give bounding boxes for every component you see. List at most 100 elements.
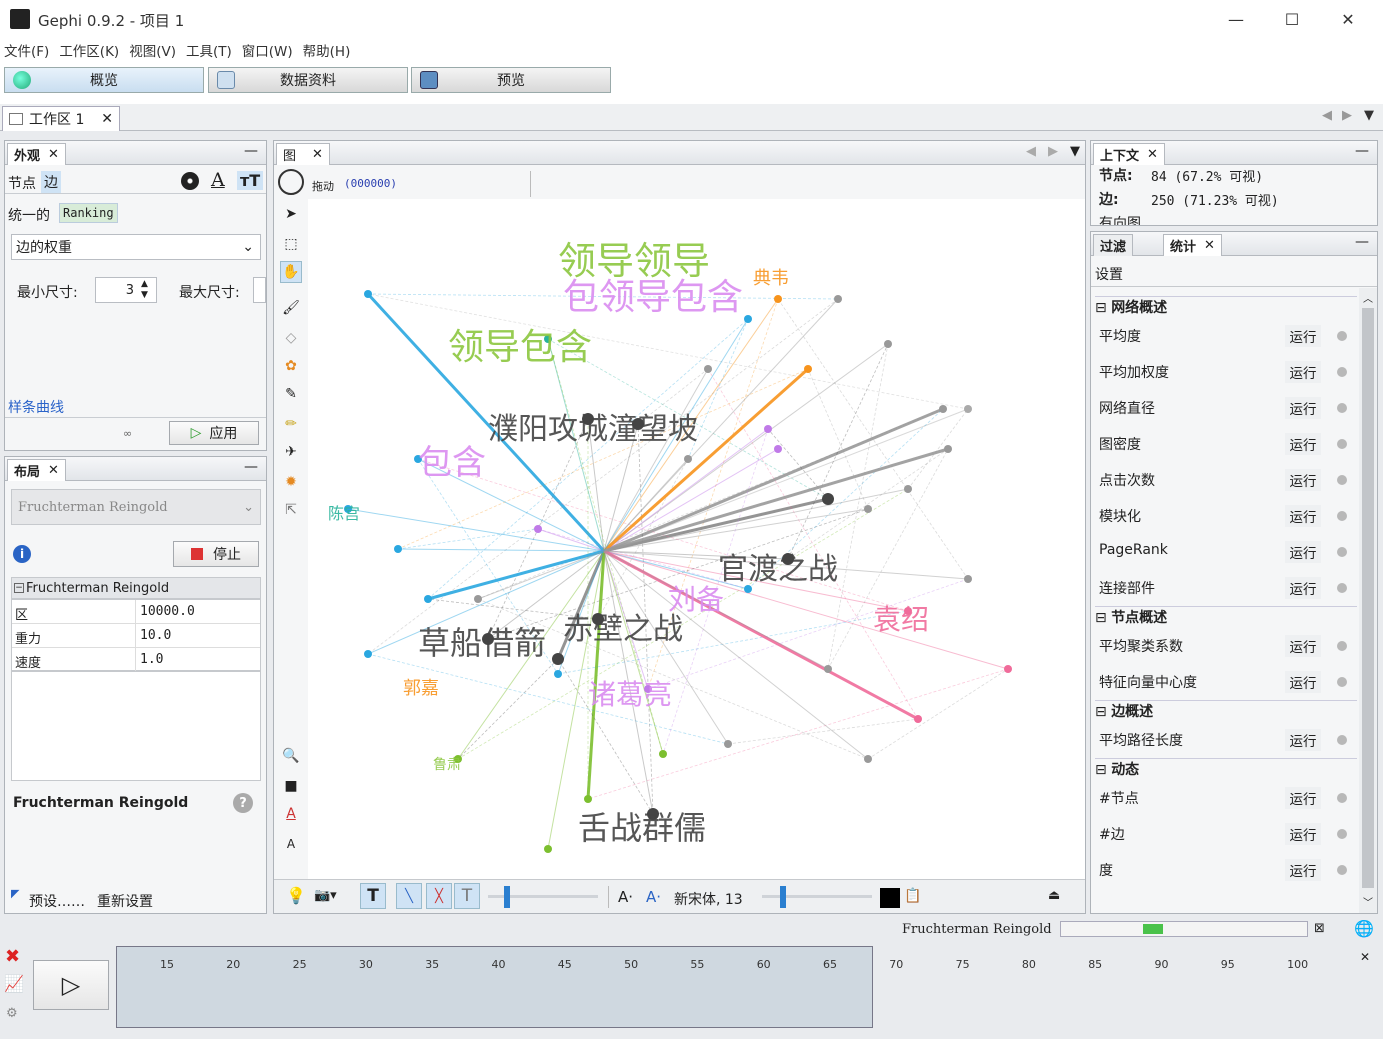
run-button[interactable]: 运行 <box>1285 729 1321 751</box>
graph-node[interactable] <box>659 750 667 758</box>
graph-node[interactable] <box>914 715 922 723</box>
scroll-left-icon[interactable]: ◀ <box>1026 144 1036 159</box>
run-button[interactable]: 运行 <box>1285 325 1321 347</box>
spinner-arrows-icon[interactable]: ▲ ▼ <box>141 279 148 301</box>
brush-icon[interactable]: 🖌 <box>280 297 302 319</box>
palette-icon[interactable] <box>181 172 199 190</box>
pencil-icon[interactable]: ✎ <box>280 383 302 405</box>
tab-list-icon[interactable]: ▼ <box>1364 108 1374 123</box>
scrollbar-thumb[interactable] <box>1362 308 1374 888</box>
property-row[interactable]: 速度 1.0 <box>12 648 260 672</box>
ranking-tab[interactable]: Ranking <box>59 203 118 223</box>
graph-node[interactable] <box>704 365 712 373</box>
network-graph[interactable]: 领导领导包领导包含领导包含包含濮阳攻城潼望坡官渡之战草船借箭 赤壁之战舌战群儒袁绍… <box>308 199 1085 879</box>
spline-link[interactable]: 样条曲线 <box>8 397 64 417</box>
run-button[interactable]: 运行 <box>1285 541 1321 563</box>
max-size-field[interactable] <box>253 277 266 303</box>
graph-node[interactable] <box>534 525 542 533</box>
stats-section-header[interactable]: ⊟ 动态 <box>1095 758 1357 780</box>
run-button[interactable]: 运行 <box>1285 505 1321 527</box>
property-group-header[interactable]: − Fruchterman Reingold <box>11 577 261 599</box>
graph-node[interactable] <box>424 595 432 603</box>
lightbulb-icon[interactable]: 💡 <box>286 886 306 905</box>
reset-button[interactable]: 重新设置 <box>97 891 153 911</box>
run-button[interactable]: 运行 <box>1285 859 1321 881</box>
graph-node[interactable] <box>822 493 834 505</box>
tab-preview[interactable]: 预览 <box>411 67 611 93</box>
graph-node[interactable] <box>939 405 947 413</box>
graph-node[interactable] <box>744 315 752 323</box>
graph-close[interactable]: ✕ <box>312 147 323 162</box>
close-icon[interactable]: ✕ <box>1360 950 1370 964</box>
statistics-close[interactable]: ✕ <box>1204 238 1215 253</box>
font-larger-icon[interactable]: A· <box>646 888 661 906</box>
font-label[interactable]: 新宋体, 13 <box>674 889 743 909</box>
run-button[interactable]: 运行 <box>1285 397 1321 419</box>
screenshot-icon[interactable]: 📷▾ <box>314 888 337 903</box>
slider-thumb[interactable] <box>780 886 786 908</box>
label-scale-slider[interactable] <box>762 895 872 898</box>
graph-tab[interactable]: 图 ✕ <box>276 143 330 165</box>
graph-node[interactable] <box>774 445 782 453</box>
rectangle-select-icon[interactable]: ⬚ <box>280 233 302 255</box>
diamond-icon[interactable]: ◇ <box>280 327 302 349</box>
graph-node[interactable] <box>964 405 972 413</box>
edge-pencil-icon[interactable]: ✏ <box>280 413 302 435</box>
run-button[interactable]: 运行 <box>1285 823 1321 845</box>
attribute-select[interactable]: 边的权重 ⌄ <box>11 234 261 260</box>
label-color-icon[interactable]: A <box>211 169 225 191</box>
run-button[interactable]: 运行 <box>1285 577 1321 599</box>
run-button[interactable]: 运行 <box>1285 469 1321 491</box>
property-row[interactable]: 区 10000.0 <box>12 600 260 624</box>
graph-canvas[interactable]: 领导领导 包领导包含 领导包含 包含 濮阳攻城潼望坡 官渡之战 草船借箭 赤壁之战 舌战群儒 袁绍… <box>308 199 1085 879</box>
info-icon[interactable]: i <box>13 545 31 563</box>
tab-data[interactable]: 数据资料 <box>208 67 408 93</box>
graph-node[interactable] <box>364 650 372 658</box>
heat-icon[interactable]: ✿ <box>280 355 302 377</box>
graph-node[interactable] <box>904 485 912 493</box>
minimize-panel-icon[interactable]: — <box>244 143 258 159</box>
graph-node[interactable] <box>584 795 592 803</box>
appearance-close[interactable]: ✕ <box>48 147 59 162</box>
graph-node[interactable] <box>884 340 892 348</box>
graph-node[interactable] <box>964 575 972 583</box>
scroll-right-icon[interactable]: ▶ <box>1342 108 1352 123</box>
graph-node[interactable] <box>544 845 552 853</box>
minimize-panel-icon[interactable]: — <box>1355 234 1369 250</box>
label-color-swatch[interactable] <box>880 888 900 908</box>
minimize-button[interactable]: — <box>1208 0 1264 38</box>
label-size-icon[interactable]: тT <box>237 171 264 190</box>
airplane-icon[interactable]: ✈ <box>280 441 302 463</box>
chevron-up-icon[interactable]: ︿ <box>1363 290 1373 305</box>
node-tab[interactable]: 节点 <box>8 173 36 193</box>
chevron-down-icon[interactable]: ﹀ <box>1363 894 1373 909</box>
workspace-tab-close[interactable]: ✕ <box>101 111 113 127</box>
stats-section-header[interactable]: ⊟ 节点概述 <box>1095 606 1357 628</box>
graph-node[interactable] <box>834 295 842 303</box>
slider-thumb[interactable] <box>504 886 510 908</box>
notification-icon[interactable]: 🌐 <box>1354 919 1374 938</box>
appearance-tab[interactable]: 外观 ✕ <box>7 143 66 165</box>
edge-label-icon[interactable]: T <box>454 883 480 909</box>
graph-node[interactable] <box>724 740 732 748</box>
edge-color-icon[interactable]: ╳ <box>426 883 452 909</box>
close-button[interactable]: ✕ <box>1320 0 1376 38</box>
zoom-icon[interactable]: 🔍 <box>280 745 302 767</box>
property-value[interactable]: 10.0 <box>140 628 171 643</box>
close-timeline-icon[interactable]: ✖ <box>5 946 20 967</box>
filter-tab[interactable]: 过滤 <box>1093 234 1134 256</box>
menu-window[interactable]: 窗口(W) <box>242 40 293 60</box>
font-smaller-icon[interactable]: A· <box>618 888 633 906</box>
maximize-button[interactable]: ☐ <box>1264 0 1320 38</box>
run-button[interactable]: 运行 <box>1285 787 1321 809</box>
run-button[interactable]: 运行 <box>1285 635 1321 657</box>
context-tab[interactable]: 上下文 ✕ <box>1093 143 1165 165</box>
scrollbar[interactable]: ︿ ﹀ <box>1359 288 1377 913</box>
pointer-help-icon[interactable]: ⇱ <box>280 499 302 521</box>
graph-node[interactable] <box>552 653 564 665</box>
settings-gear-icon[interactable]: ⚙ <box>6 1006 18 1021</box>
layout-close[interactable]: ✕ <box>48 463 59 478</box>
label-attributes-icon[interactable]: 📋 <box>904 888 921 904</box>
graph-node[interactable] <box>1004 665 1012 673</box>
square-icon[interactable]: ■ <box>280 775 302 797</box>
